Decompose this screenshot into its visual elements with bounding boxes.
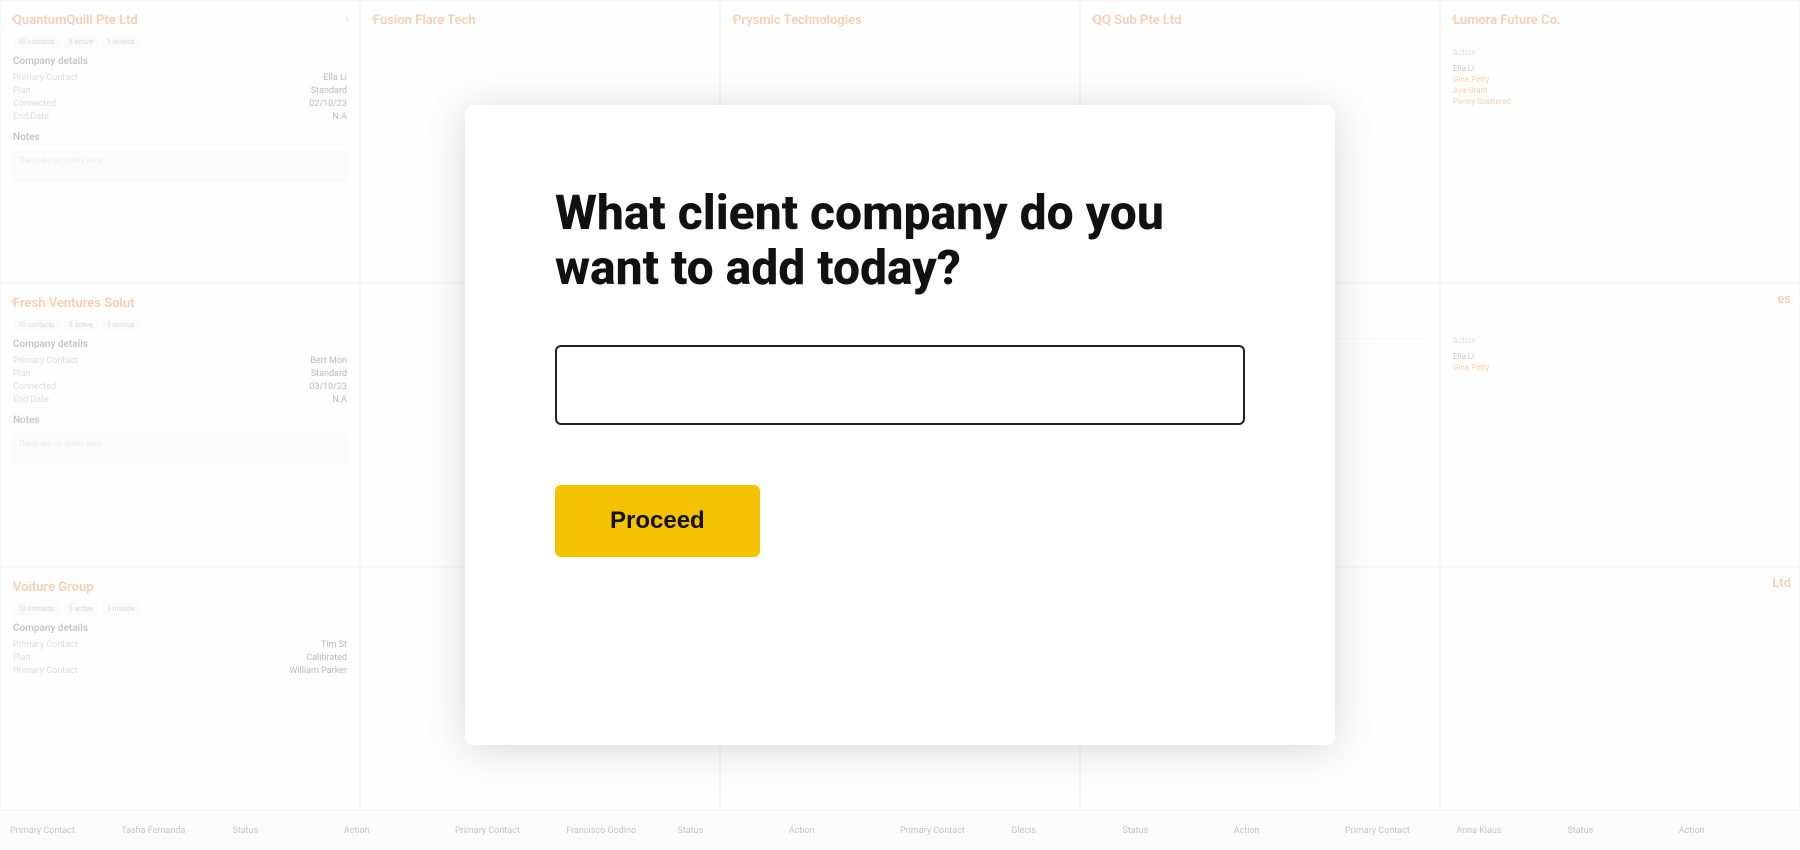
proceed-button[interactable]: Proceed — [555, 485, 760, 557]
modal-dialog: What client company do you want to add t… — [465, 105, 1335, 745]
modal-input-wrapper[interactable] — [555, 345, 1245, 425]
modal-question: What client company do you want to add t… — [555, 185, 1245, 295]
modal-overlay: What client company do you want to add t… — [0, 0, 1800, 850]
company-name-input[interactable] — [577, 347, 1223, 423]
